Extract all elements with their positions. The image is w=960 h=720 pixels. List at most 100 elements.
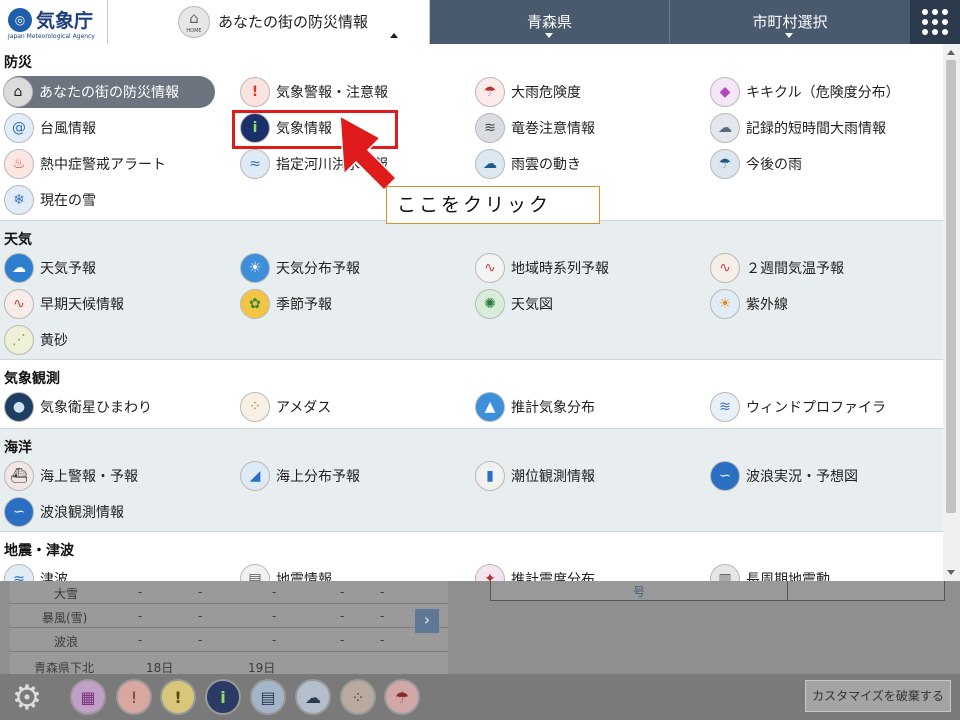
menu-item-wind-profiler[interactable]: ≋ ウィンドプロファイラ xyxy=(710,390,886,424)
menu-item-label: 天気図 xyxy=(511,297,553,313)
section-jishin: 地震・津波 ≈ 津波 ▤ 地震情報 ✦ 推計震度分布 ▥ 長周期地震動 xyxy=(0,532,943,581)
section-title: 地震・津波 xyxy=(4,543,74,559)
menu-item-early-weather[interactable]: ∿ 早期天候情報 xyxy=(4,287,124,321)
table-cell: - xyxy=(380,585,385,599)
menu-item-kikikuru[interactable]: ◆ キキクル（危険度分布） xyxy=(710,75,900,109)
menu-item-label: 雨雲の動き xyxy=(511,157,581,173)
menu-item-amedas[interactable]: ⁘ アメダス xyxy=(240,390,331,424)
menu-item-label: アメダス xyxy=(276,400,332,416)
tab-city-select[interactable]: 市町村選択 xyxy=(670,0,910,44)
menu-item-label: 早期天候情報 xyxy=(40,297,124,313)
menu-item-himawari[interactable]: ● 気象衛星ひまわり xyxy=(4,390,152,424)
menu-item-label: 天気予報 xyxy=(40,261,96,277)
menu-item-uv[interactable]: ☀ 紫外線 xyxy=(710,287,788,321)
table-cell: - xyxy=(340,633,345,647)
two-week-temp-icon: ∿ xyxy=(710,253,740,283)
record-rain-icon: ☁ xyxy=(710,113,740,143)
menu-item-tornado[interactable]: ≋ 竜巻注意情報 xyxy=(475,111,595,145)
menu-item-label: 波浪観測情報 xyxy=(40,505,124,521)
menu-item-label: あなたの街の防災情報 xyxy=(39,85,179,101)
menu-item-heavy-rain-risk[interactable]: ☂ 大雨危険度 xyxy=(475,75,581,109)
menu-item-typhoon[interactable]: @ 台風情報 xyxy=(4,111,96,145)
menu-item-forecast[interactable]: ☁ 天気予報 xyxy=(4,251,96,285)
callout-box: ここをクリック xyxy=(386,186,600,224)
section-title: 海洋 xyxy=(4,440,32,456)
scroll-down-icon[interactable] xyxy=(947,570,955,575)
dashboard-shortcut-icon[interactable]: ▦ xyxy=(70,679,106,715)
amedas-shortcut-icon[interactable]: ⁘ xyxy=(340,679,376,715)
menu-item-yellow-sand[interactable]: ⋰ 黄砂 xyxy=(4,323,68,357)
menu-item-weather-map[interactable]: ✺ 天気図 xyxy=(475,287,553,321)
row-label: 大雪 xyxy=(54,587,79,601)
menu-item-wave-observation[interactable]: ∽ 波浪観測情報 xyxy=(4,495,124,529)
warning-shortcut-icon[interactable]: ! xyxy=(116,679,152,715)
tab-prefecture[interactable]: 青森県 xyxy=(430,0,670,44)
gear-icon[interactable]: ⚙ xyxy=(8,679,46,717)
menu-item-home-disaster[interactable]: ⌂ あなたの街の防災情報 xyxy=(3,76,215,108)
menu-item-label: 今後の雨 xyxy=(746,157,802,173)
tab-prefecture-label: 青森県 xyxy=(526,13,572,31)
menu-item-label: 天気分布予報 xyxy=(276,261,360,277)
rain-shortcut-icon[interactable]: ☁ xyxy=(295,679,331,715)
menu-item-earthquake[interactable]: ▤ 地震情報 xyxy=(240,562,332,581)
menu-item-label: 黄砂 xyxy=(40,333,68,349)
menu-item-estimated-weather[interactable]: ▲ 推計気象分布 xyxy=(475,390,595,424)
next-arrow-button[interactable]: › xyxy=(415,609,439,633)
menu-item-label: 竜巻注意情報 xyxy=(511,121,595,137)
future-rain-icon: ☂ xyxy=(710,149,740,179)
caret-up-icon xyxy=(390,33,398,38)
menu-item-record-rain[interactable]: ☁ 記録的短時間大雨情報 xyxy=(710,111,886,145)
menu-item-marine-distribution[interactable]: ◢ 海上分布予報 xyxy=(240,459,360,493)
bottom-dock: ⚙ ▦ ! ! i ▤ ☁ ⁘ ☂ カスタマイズを破棄する xyxy=(0,674,960,720)
table-cell: - xyxy=(198,585,203,599)
info-cell: 号 xyxy=(633,585,646,599)
top-nav-bar: ◎ 気象庁 Japan Meteorological Agency ⌂ HOME … xyxy=(0,0,960,44)
menu-item-long-period[interactable]: ▥ 長周期地震動 xyxy=(710,562,830,581)
scroll-up-icon[interactable] xyxy=(947,50,955,55)
menu-panel: 防災 ⌂ あなたの街の防災情報 ! 気象警報・注意報 ☂ 大雨危険度 ◆ キキク… xyxy=(0,44,943,581)
menu-item-label: キキクル（危険度分布） xyxy=(746,85,900,101)
wind-profiler-icon: ≋ xyxy=(710,392,740,422)
section-kansoku: 気象観測 ● 気象衛星ひまわり ⁘ アメダス ▲ 推計気象分布 ≋ ウィンドプロ… xyxy=(0,360,943,429)
report-shortcut-icon[interactable]: ▤ xyxy=(250,679,286,715)
weather-info-shortcut-icon[interactable]: i xyxy=(205,679,241,715)
table-cell: - xyxy=(340,585,345,599)
typhoon-icon: @ xyxy=(4,113,34,143)
caution-shortcut-icon[interactable]: ! xyxy=(160,679,196,715)
section-kaiyou: 海洋 ⛴ 海上警報・予報 ◢ 海上分布予報 ▮ 潮位観測情報 ∽ 波浪実況・予想… xyxy=(0,429,943,532)
menu-item-label: 記録的短時間大雨情報 xyxy=(746,121,886,137)
menu-item-regional-timeseries[interactable]: ∿ 地域時系列予報 xyxy=(475,251,609,285)
wave-observation-icon: ∽ xyxy=(4,497,34,527)
menu-item-label: 熱中症警戒アラート xyxy=(40,157,166,173)
menu-item-label: 海上分布予報 xyxy=(276,469,360,485)
grid-menu-button[interactable] xyxy=(911,0,960,44)
scroll-thumb[interactable] xyxy=(946,60,956,513)
menu-item-forecast-distribution[interactable]: ☀ 天気分布予報 xyxy=(240,251,360,285)
menu-item-tide[interactable]: ▮ 潮位観測情報 xyxy=(475,459,595,493)
menu-item-heatstroke[interactable]: ♨ 熱中症警戒アラート xyxy=(4,147,166,181)
menu-item-snow[interactable]: ❄ 現在の雪 xyxy=(4,183,96,217)
section-title: 気象観測 xyxy=(4,371,60,387)
menu-item-weather-warning[interactable]: ! 気象警報・注意報 xyxy=(240,75,388,109)
tab-home-disaster-info[interactable]: ⌂ HOME あなたの街の防災情報 xyxy=(108,0,430,44)
menu-item-wave-chart[interactable]: ∽ 波浪実況・予想図 xyxy=(710,459,858,493)
menu-item-label: 津波 xyxy=(40,572,68,581)
menu-item-two-week-temp[interactable]: ∿ ２週間気温予報 xyxy=(710,251,844,285)
menu-item-marine-warning[interactable]: ⛴ 海上警報・予報 xyxy=(4,459,138,493)
menu-item-future-rain[interactable]: ☂ 今後の雨 xyxy=(710,147,802,181)
uv-icon: ☀ xyxy=(710,289,740,319)
seismic-intensity-icon: ✦ xyxy=(475,564,505,581)
tab-city-label: 市町村選択 xyxy=(752,13,828,31)
divider xyxy=(787,581,788,601)
table-row: 暴風(雪) - - - - - xyxy=(10,605,448,628)
jma-logo[interactable]: ◎ 気象庁 Japan Meteorological Agency xyxy=(0,0,108,44)
menu-item-tsunami[interactable]: ≈ 津波 xyxy=(4,562,68,581)
menu-item-seasonal[interactable]: ✿ 季節予報 xyxy=(240,287,332,321)
menu-scrollbar[interactable] xyxy=(943,44,960,581)
heavy-rain-shortcut-icon[interactable]: ☂ xyxy=(384,679,420,715)
discard-customization-button[interactable]: カスタマイズを破棄する xyxy=(805,680,951,712)
table-cell: - xyxy=(272,609,277,623)
menu-item-seismic-intensity[interactable]: ✦ 推計震度分布 xyxy=(475,562,595,581)
grid-menu-icon xyxy=(922,9,948,35)
menu-item-rain-cloud[interactable]: ☁ 雨雲の動き xyxy=(475,147,581,181)
